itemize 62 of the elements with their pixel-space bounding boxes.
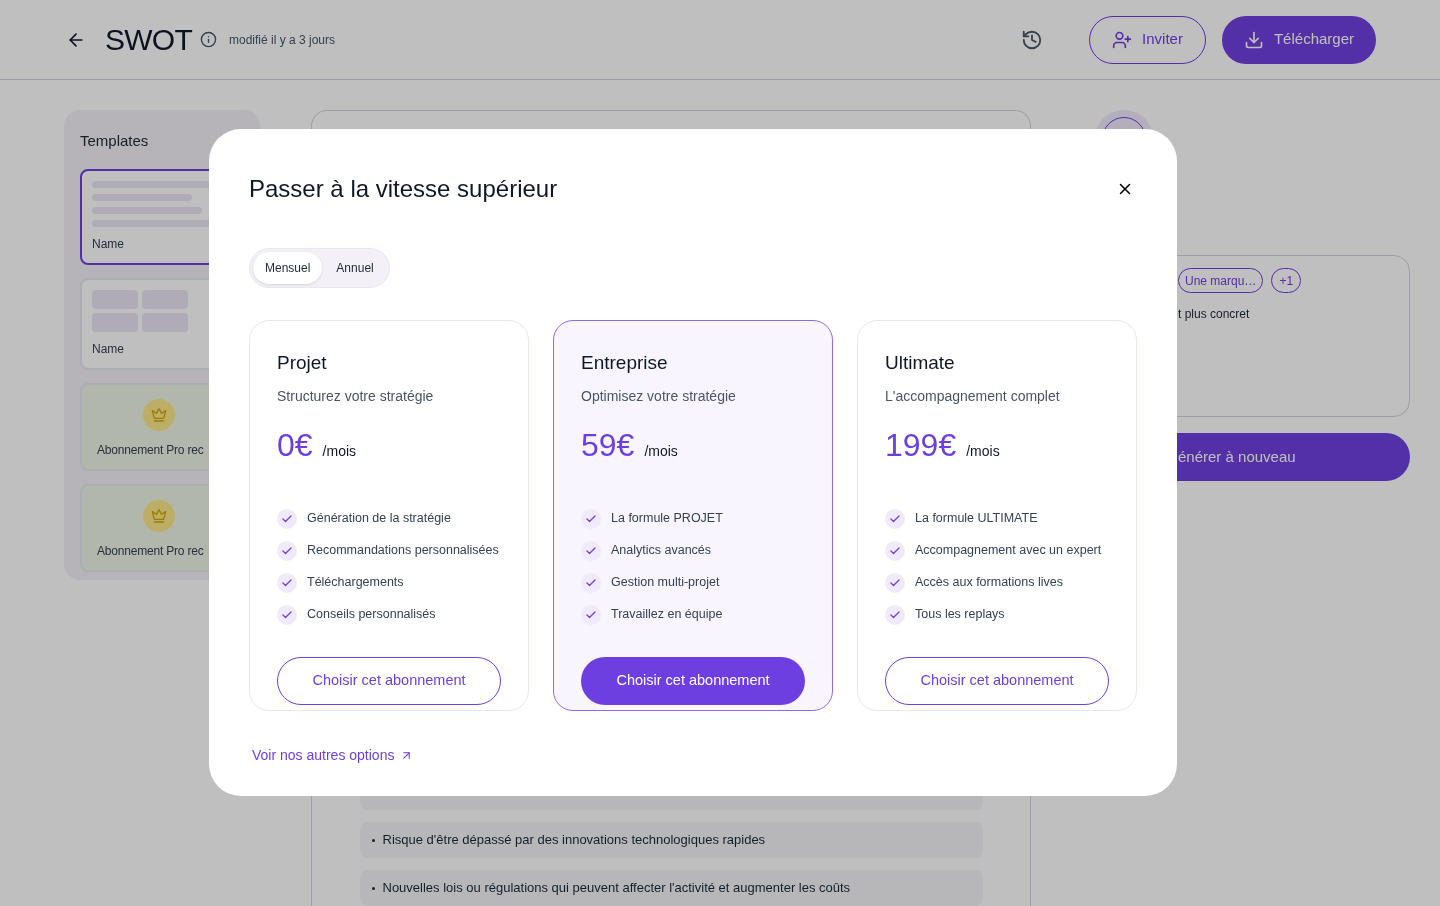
template-name: Abonnement Pro rec [97,542,205,560]
add-user-icon [1112,29,1133,50]
plan-subtitle: Optimisez votre stratégie [581,386,737,406]
feature-text: Recommandations personnalisées [307,542,499,560]
check-icon [581,508,601,529]
template-name: Name [92,235,125,253]
plan-name: Entreprise [581,351,669,375]
bullet-icon [371,886,375,890]
threat-text: Nouvelles lois ou régulations qui peuvent affecter l'activité et augmenter les coûts [382,879,851,898]
plan-name: Ultimate [885,351,956,375]
history-icon[interactable] [1021,28,1044,51]
feature-text: Gestion multi-projet [611,574,720,592]
bullet-icon [371,838,375,842]
threat-text: Risque d'être dépassé par des innovations technologiques rapides [382,831,766,850]
feature-text: Travaillez en équipe [611,606,723,624]
dialog-title: Passer à la vitesse supérieur [249,174,558,204]
check-icon [581,540,601,561]
price-period: /mois [644,441,678,461]
choose-plan-button[interactable]: Choisir cet abonnement [885,656,1109,705]
plan-subtitle: Structurez votre stratégie [277,386,435,406]
feature-text: La formule PROJET [611,510,723,528]
download-icon [1243,29,1264,50]
info-icon[interactable] [200,31,217,48]
feature-text: Accès aux formations lives [915,574,1063,592]
result-text: t plus concret [1178,306,1251,323]
check-icon [277,572,297,593]
billing-tab[interactable]: Annuel [324,252,386,284]
template-name: Name [92,340,125,358]
crown-icon [143,398,175,431]
feature-text: Tous les replays [915,606,1005,624]
plan-price: 199€ [885,425,957,465]
plan-price: 0€ [277,425,313,465]
feature-text: Accompagnement avec un expert [915,542,1102,560]
price-period: /mois [322,441,357,461]
check-icon [885,540,905,561]
feature-text: Téléchargements [307,574,404,592]
feature-text: Analytics avancés [611,542,712,560]
price-period: /mois [966,441,1000,461]
plan-price: 59€ [581,425,635,465]
choose-plan-button[interactable]: Choisir cet abonnement [581,656,805,705]
template-name: Abonnement Pro rec [97,441,205,459]
plan-name: Projet [277,351,328,375]
check-icon [885,604,905,625]
feature-text: La formule ULTIMATE [915,510,1038,528]
plan-subtitle: L'accompagnement complet [885,386,1061,406]
download-button[interactable]: Télécharger [1221,15,1376,64]
check-icon [581,604,601,625]
crown-icon [143,499,175,532]
panel-title: Templates [80,131,150,151]
modified-label: modifié il y a 3 jours [229,31,336,49]
check-icon [277,540,297,561]
check-icon [885,508,905,529]
check-icon [277,604,297,625]
feature-text: Conseils personnalisés [307,606,436,624]
check-icon [277,508,297,529]
check-icon [581,572,601,593]
billing-tab[interactable]: Mensuel [253,252,323,284]
other-options-link[interactable]: Voir nos autres options [252,745,414,766]
check-icon [885,572,905,593]
document-title: SWOT [105,22,192,58]
feature-text: Génération de la stratégie [307,510,451,528]
choose-plan-button[interactable]: Choisir cet abonnement [277,656,501,705]
